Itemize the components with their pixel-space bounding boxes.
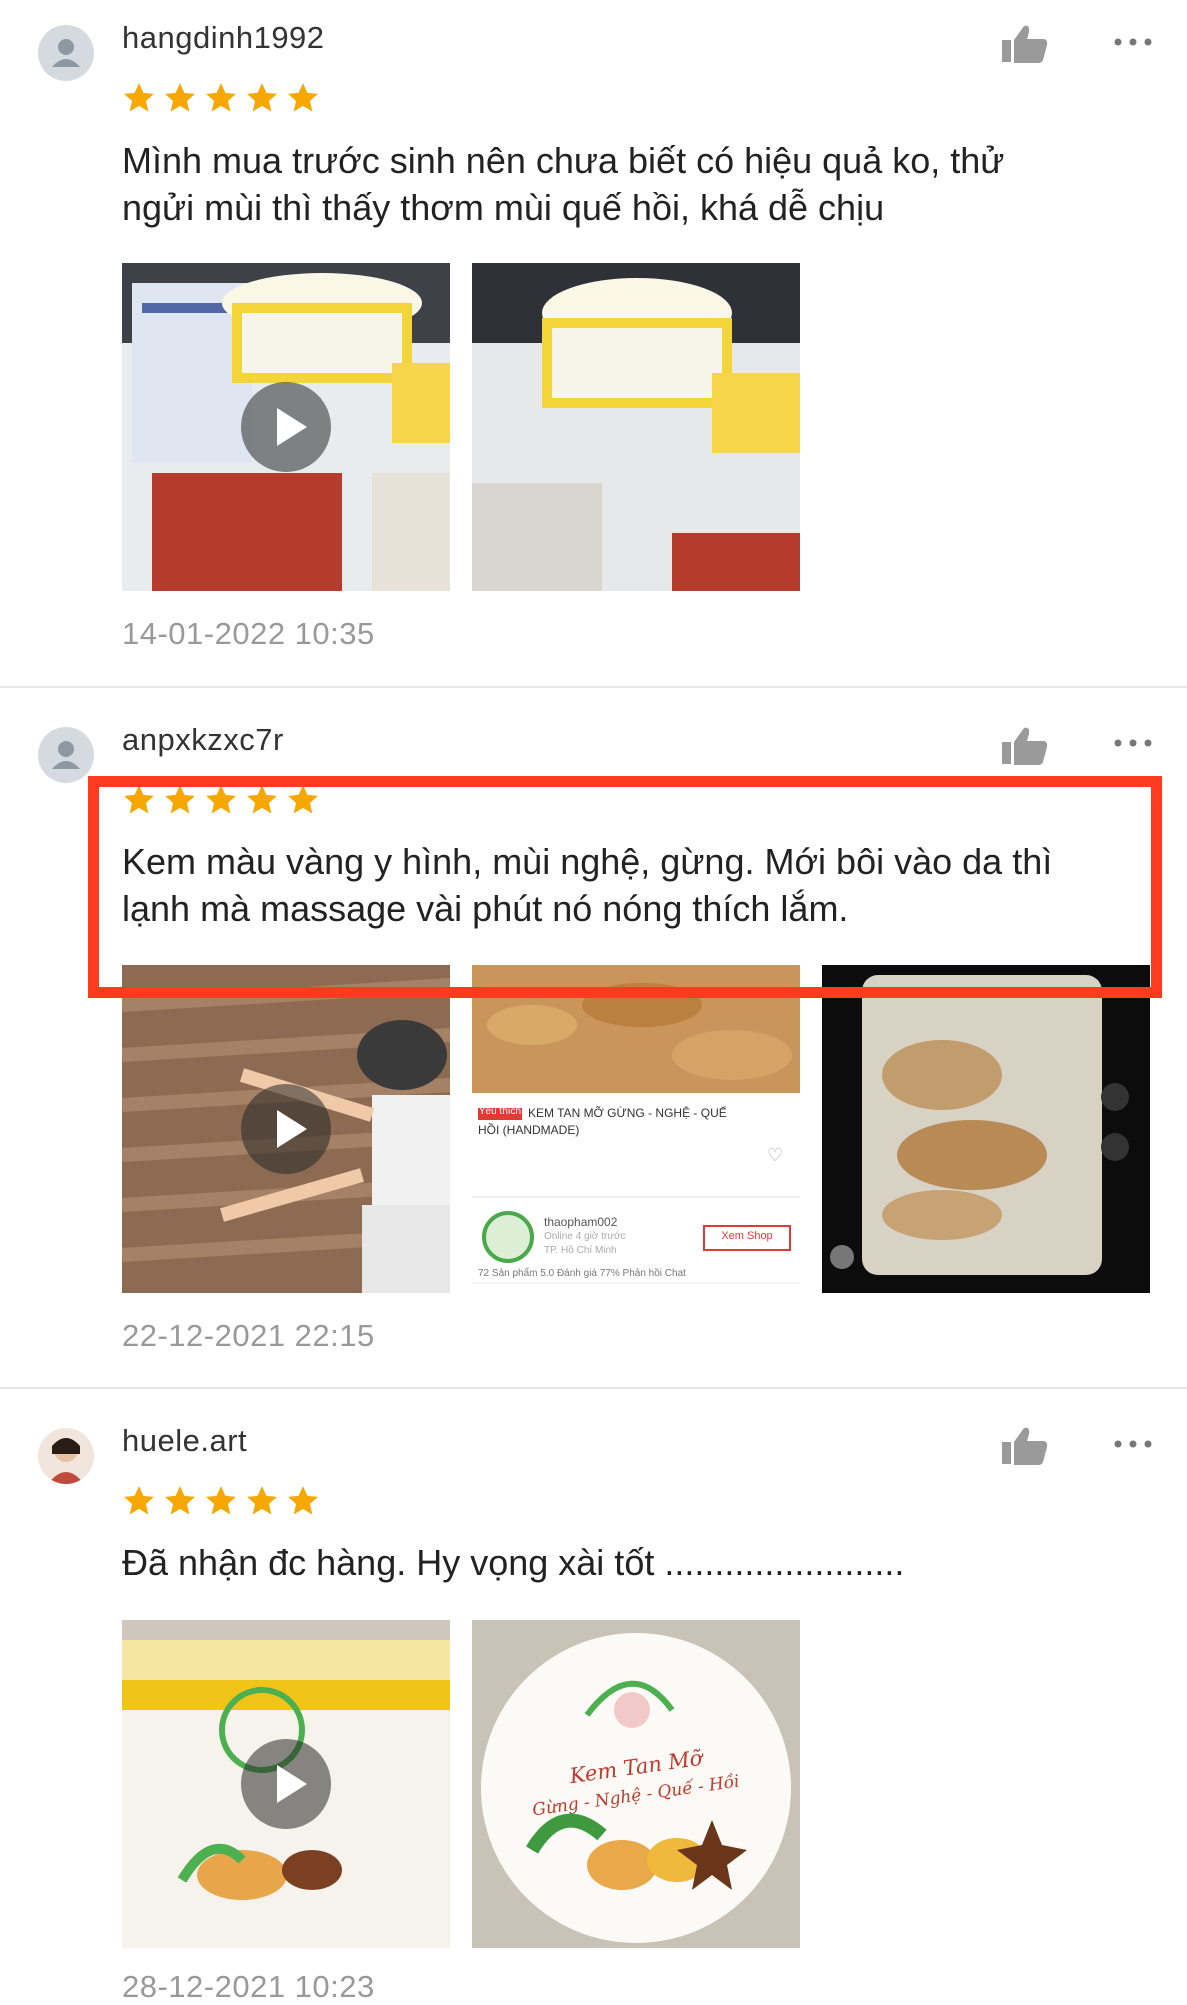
review-comment: Mình mua trước sinh nên chưa biết có hiệ… <box>122 137 1142 231</box>
play-icon[interactable] <box>241 1084 331 1174</box>
product-title: KEM TAN MỠ GỪNG - NGHỆ - QUẾ <box>528 1106 727 1120</box>
star-icon <box>206 785 236 814</box>
comment-line: Mình mua trước sinh nên chưa biết có hiệ… <box>122 140 1005 181</box>
star-rating <box>122 1484 320 1518</box>
avatar[interactable] <box>38 25 94 81</box>
star-icon <box>165 785 195 814</box>
review-image[interactable] <box>822 965 1150 1293</box>
star-icon <box>247 1486 277 1515</box>
like-icon[interactable] <box>1000 1424 1050 1468</box>
like-icon[interactable] <box>1000 22 1050 66</box>
comment-line: ngửi mùi thì thấy thơm mùi quế hồi, khá … <box>122 187 885 228</box>
star-icon <box>247 785 277 814</box>
review-timestamp: 14-01-2022 10:35 <box>122 616 375 651</box>
star-icon <box>288 785 318 814</box>
review-video-thumbnail[interactable] <box>122 1620 450 1948</box>
username[interactable]: hangdinh1992 <box>122 20 325 56</box>
star-rating <box>122 81 320 115</box>
review-video-thumbnail[interactable] <box>122 965 450 1293</box>
divider <box>0 1387 1187 1389</box>
heart-icon: ♡ <box>767 1145 784 1165</box>
review-image[interactable]: Yêu thích KEM TAN MỠ GỪNG - NGHỆ - QUẾ H… <box>472 965 800 1293</box>
review-video-thumbnail[interactable] <box>122 263 450 591</box>
comment-line: Đã nhận đc hàng. Hy vọng xài tốt .......… <box>122 1542 905 1583</box>
more-options-icon[interactable] <box>1110 32 1156 52</box>
favorite-badge: Yêu thích <box>478 1106 522 1117</box>
username[interactable]: huele.art <box>122 1423 247 1459</box>
star-icon <box>247 83 277 112</box>
avatar[interactable] <box>38 727 94 783</box>
play-icon[interactable] <box>241 1739 331 1829</box>
comment-line: Kem màu vàng y hình, mùi nghệ, gừng. Mới… <box>122 841 1053 882</box>
review-comment: Kem màu vàng y hình, mùi nghệ, gừng. Mới… <box>122 838 1142 932</box>
star-icon <box>206 83 236 112</box>
view-shop-button: Xem Shop <box>721 1230 773 1242</box>
more-options-icon[interactable] <box>1110 733 1156 753</box>
star-rating <box>122 783 320 817</box>
shop-stats: 72 Sản phẩm 5.0 Đánh giá 77% Phản hồi Ch… <box>478 1268 686 1279</box>
star-icon <box>288 83 318 112</box>
like-icon[interactable] <box>1000 724 1050 768</box>
star-icon <box>124 1486 154 1515</box>
star-icon <box>206 1486 236 1515</box>
star-icon <box>165 83 195 112</box>
username[interactable]: anpxkzxc7r <box>122 722 284 758</box>
shop-name: thaopham002 <box>544 1215 618 1229</box>
review-image[interactable] <box>472 263 800 591</box>
avatar[interactable] <box>38 1428 94 1484</box>
star-icon <box>124 785 154 814</box>
product-subtitle: HỒI (HANDMADE) <box>478 1123 580 1137</box>
more-options-icon[interactable] <box>1110 1434 1156 1454</box>
shop-status: Online 4 giờ trước <box>544 1231 626 1242</box>
comment-line: lạnh mà massage vài phút nó nóng thích l… <box>122 888 849 929</box>
divider <box>0 686 1187 688</box>
review-timestamp: 22-12-2021 22:15 <box>122 1318 375 1353</box>
star-icon <box>288 1486 318 1515</box>
star-icon <box>165 1486 195 1515</box>
play-icon[interactable] <box>241 382 331 472</box>
star-icon <box>124 83 154 112</box>
shop-location: TP. Hồ Chí Minh <box>544 1245 617 1256</box>
review-comment: Đã nhận đc hàng. Hy vọng xài tốt .......… <box>122 1539 1142 1586</box>
review-image[interactable]: Kem Tan Mỡ Gừng - Nghệ - Quế - Hồi <box>472 1620 800 1948</box>
